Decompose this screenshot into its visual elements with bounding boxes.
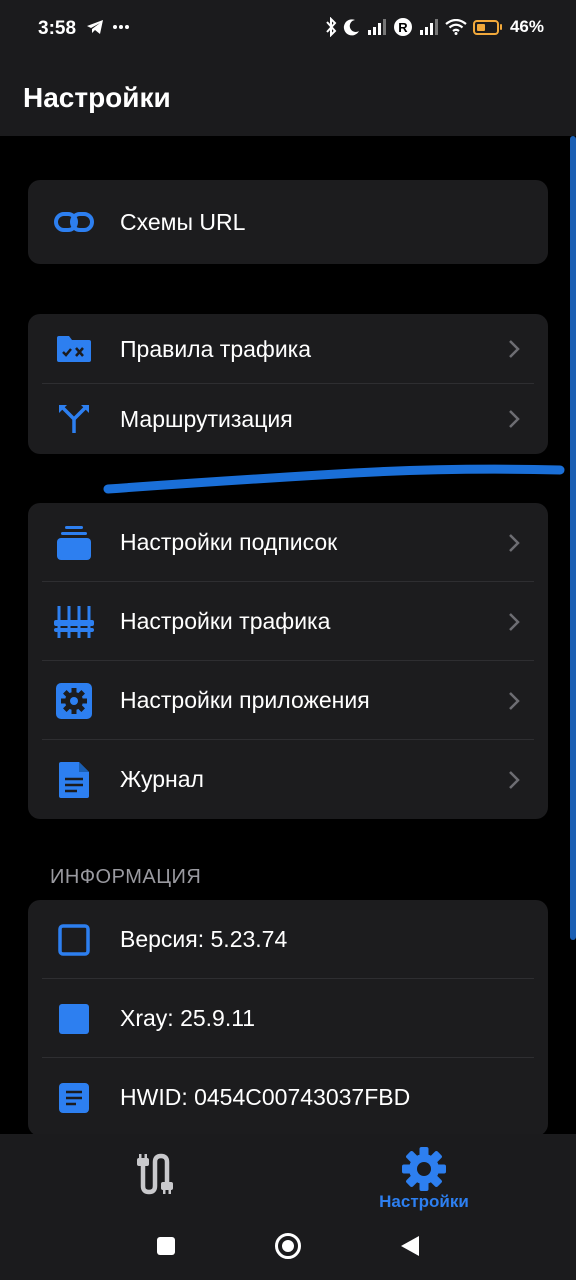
signal-icon bbox=[367, 19, 386, 35]
folder-rules-icon bbox=[54, 329, 94, 369]
highlight-stroke bbox=[103, 464, 565, 494]
triangle-back-icon bbox=[401, 1236, 419, 1256]
info-card: Версия: 5.23.74 Xray: 25.9.11 HWID: 0454… bbox=[28, 900, 548, 1136]
settings-item-traffic-settings[interactable]: Настройки трафика bbox=[28, 582, 548, 661]
info-item-xray[interactable]: Xray: 25.9.11 bbox=[28, 979, 548, 1058]
status-bar: 3:58 R 46% bbox=[0, 0, 576, 60]
status-time: 3:58 bbox=[38, 18, 77, 39]
info-item-hwid[interactable]: HWID: 0454C00743037FBD bbox=[28, 1058, 548, 1136]
settings-item-traffic-rules[interactable]: Правила трафика bbox=[28, 314, 548, 384]
settings-item-label: Настройки трафика bbox=[120, 608, 331, 634]
home-button[interactable] bbox=[268, 1230, 308, 1262]
back-button[interactable] bbox=[390, 1230, 430, 1262]
route-connection-icon bbox=[137, 1153, 173, 1195]
wifi-icon bbox=[445, 19, 467, 35]
settings-item-label: Маршрутизация bbox=[120, 405, 293, 432]
chevron-right-icon bbox=[502, 768, 526, 792]
settings-item-routing[interactable]: Маршрутизация bbox=[28, 384, 548, 454]
telegram-icon bbox=[87, 20, 103, 34]
link-icon bbox=[54, 202, 94, 242]
gear-icon bbox=[54, 681, 94, 721]
scrollbar[interactable] bbox=[570, 136, 576, 940]
settings-item-label: Настройки приложения bbox=[120, 687, 370, 713]
more-dots-icon bbox=[113, 25, 129, 29]
chevron-right-icon bbox=[502, 689, 526, 713]
settings-item-label: Журнал bbox=[120, 766, 204, 792]
r-circle-icon: R bbox=[393, 18, 412, 36]
battery-icon bbox=[472, 19, 502, 35]
square-filled-icon bbox=[54, 999, 94, 1039]
chevron-right-icon bbox=[502, 407, 526, 431]
settings-card-routing: Правила трафика Маршрутизация bbox=[28, 314, 548, 454]
chevron-right-icon bbox=[502, 337, 526, 361]
circle-nav-icon bbox=[275, 1233, 301, 1259]
section-header-info: ИНФОРМАЦИЯ bbox=[50, 866, 202, 888]
bluetooth-icon bbox=[326, 17, 337, 37]
info-item-version[interactable]: Версия: 5.23.74 bbox=[28, 900, 548, 979]
chevron-right-icon bbox=[502, 531, 526, 555]
page-title: Настройки bbox=[23, 82, 171, 113]
document-log-icon bbox=[54, 760, 94, 800]
tab-connection[interactable] bbox=[124, 1152, 180, 1196]
tab-settings[interactable]: Настройки bbox=[362, 1146, 486, 1212]
document-lines-icon bbox=[54, 1078, 94, 1118]
settings-card-config: Настройки подписок Настройки трафика Нас… bbox=[28, 503, 548, 819]
square-outline-icon bbox=[54, 920, 94, 960]
tab-label: Настройки bbox=[379, 1192, 469, 1211]
info-item-label: HWID: 0454C00743037FBD bbox=[120, 1084, 411, 1110]
equalizer-sliders-icon bbox=[54, 602, 94, 642]
settings-item-label: Правила трафика bbox=[120, 335, 312, 362]
recent-apps-button[interactable] bbox=[146, 1230, 186, 1262]
settings-item-subscriptions[interactable]: Настройки подписок bbox=[28, 503, 548, 582]
settings-item-url-schemes[interactable]: Схемы URL bbox=[28, 180, 548, 264]
svg-text:R: R bbox=[398, 20, 408, 35]
chevron-right-icon bbox=[502, 610, 526, 634]
settings-item-label: Настройки подписок bbox=[120, 529, 338, 555]
settings-item-label: Схемы URL bbox=[120, 208, 246, 235]
square-nav-icon bbox=[157, 1237, 175, 1255]
settings-card-url: Схемы URL bbox=[28, 180, 548, 264]
battery-percent: 46% bbox=[509, 17, 544, 36]
settings-item-app-settings[interactable]: Настройки приложения bbox=[28, 661, 548, 740]
routing-split-icon bbox=[54, 399, 94, 439]
gear-icon bbox=[402, 1147, 446, 1191]
subscriptions-stack-icon bbox=[54, 523, 94, 563]
moon-icon bbox=[343, 19, 359, 36]
settings-item-journal[interactable]: Журнал bbox=[28, 740, 548, 819]
info-item-label: Xray: 25.9.11 bbox=[120, 1005, 256, 1031]
signal-icon bbox=[419, 19, 438, 35]
info-item-label: Версия: 5.23.74 bbox=[120, 926, 288, 952]
app-bar: Настройки bbox=[0, 60, 576, 136]
